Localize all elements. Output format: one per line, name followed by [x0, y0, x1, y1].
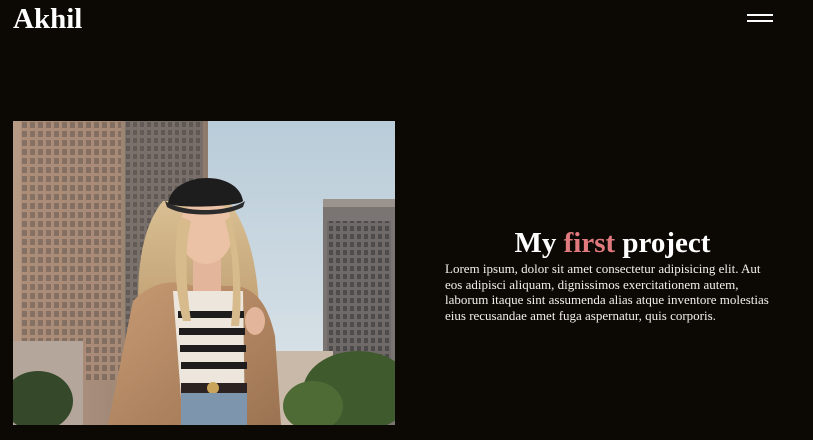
woman-in-city-photo — [13, 121, 395, 425]
project-title: My first project — [445, 226, 780, 260]
menu-bar-bottom — [747, 20, 773, 22]
page: Akhil My first project Lorem ipsum, dolo… — [0, 0, 813, 440]
menu-bar-top — [747, 14, 773, 16]
title-word-1: My — [514, 227, 557, 259]
project-info: My first project Lorem ipsum, dolor sit … — [445, 226, 780, 323]
project-image — [13, 121, 395, 425]
site-logo[interactable]: Akhil — [13, 2, 82, 36]
project-description: Lorem ipsum, dolor sit amet consectetur … — [445, 261, 769, 323]
hamburger-menu-icon[interactable] — [745, 12, 775, 24]
title-accent-word: first — [563, 227, 616, 259]
title-word-3: project — [622, 227, 711, 259]
